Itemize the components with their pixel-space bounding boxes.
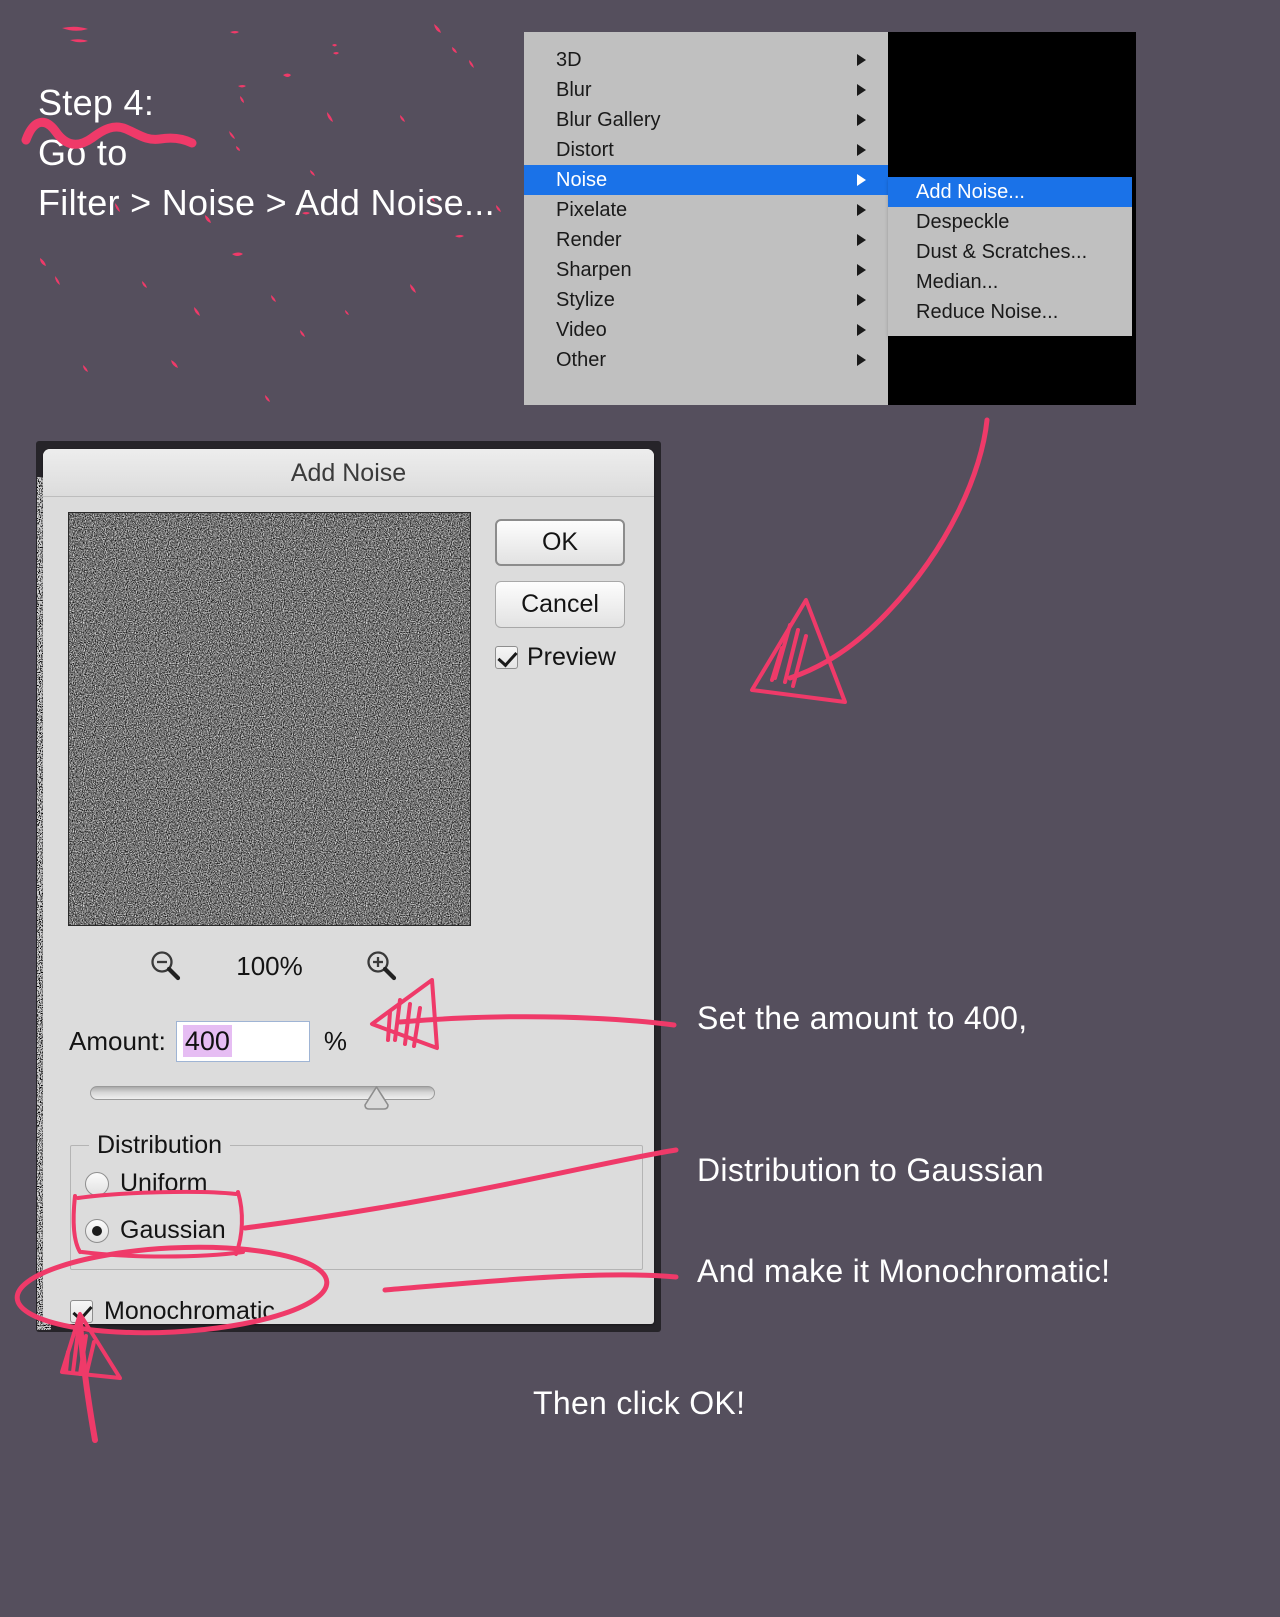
preview-checkbox-row[interactable]: Preview: [495, 643, 635, 672]
monochromatic-checkbox[interactable]: [70, 1300, 93, 1323]
distribution-group: Distribution Uniform Gaussian: [70, 1131, 643, 1270]
menu-item-3d[interactable]: 3D: [524, 45, 888, 75]
monochromatic-row[interactable]: Monochromatic: [70, 1297, 275, 1324]
menu-item-label: Render: [556, 229, 622, 251]
submenu-arrow-icon: [857, 264, 866, 276]
filter-menu[interactable]: 3D Blur Blur Gallery Distort Noise Pixel…: [524, 32, 888, 405]
menu-item-label: Stylize: [556, 289, 615, 311]
uniform-radio[interactable]: [85, 1171, 109, 1196]
menu-item-label: Sharpen: [556, 259, 632, 281]
menu-item-label: Blur Gallery: [556, 109, 661, 131]
submenu-item-median[interactable]: Median...: [888, 267, 1132, 297]
menu-item-distort[interactable]: Distort: [524, 135, 888, 165]
noise-preview-thumbnail[interactable]: [68, 512, 471, 926]
instruction-line-1: Step 4:: [38, 82, 155, 123]
amount-label: Amount:: [69, 1026, 166, 1056]
annotation-then-click-ok: Then click OK!: [533, 1385, 746, 1421]
submenu-arrow-icon: [857, 54, 866, 66]
radio-row-gaussian[interactable]: Gaussian: [85, 1216, 226, 1245]
gaussian-label: Gaussian: [120, 1216, 226, 1244]
add-noise-dialog-wrapper: Add Noise OK Cancel Preview 100% Amount:…: [36, 441, 661, 1332]
menu-item-video[interactable]: Video: [524, 315, 888, 345]
add-noise-dialog: Add Noise OK Cancel Preview 100% Amount:…: [43, 449, 654, 1324]
dialog-body: OK Cancel Preview 100% Amount: 400 % Dis…: [43, 497, 654, 1324]
menu-item-label: Noise: [556, 169, 608, 191]
submenu-item-reduce-noise[interactable]: Reduce Noise...: [888, 297, 1132, 327]
menu-item-label: Other: [556, 349, 607, 371]
menu-item-render[interactable]: Render: [524, 225, 888, 255]
menu-item-sharpen[interactable]: Sharpen: [524, 255, 888, 285]
menu-item-blur-gallery[interactable]: Blur Gallery: [524, 105, 888, 135]
instruction-text-block: Step 4: Go to Filter > Noise > Add Noise…: [38, 78, 495, 228]
amount-unit-label: %: [323, 1026, 347, 1056]
annotation-set-amount: Set the amount to 400,: [697, 1000, 1028, 1036]
submenu-arrow-icon: [857, 354, 866, 366]
submenu-arrow-icon: [857, 144, 866, 156]
submenu-arrow-icon: [857, 204, 866, 216]
dialog-button-column: OK Cancel Preview: [495, 519, 635, 672]
distribution-legend: Distribution: [89, 1131, 231, 1160]
menu-item-noise[interactable]: Noise: [524, 165, 888, 195]
zoom-level-label: 100%: [236, 951, 303, 981]
menu-item-label: Blur: [556, 79, 592, 101]
submenu-arrow-icon: [857, 84, 866, 96]
preview-zoom-controls: 100%: [68, 945, 471, 987]
preview-checkbox[interactable]: [495, 646, 518, 669]
amount-value: 400: [182, 1025, 232, 1057]
menu-item-label: Pixelate: [556, 199, 628, 221]
instruction-line-3: Filter > Noise > Add Noise...: [38, 182, 495, 223]
ok-button[interactable]: OK: [495, 519, 625, 566]
preview-label: Preview: [527, 643, 616, 671]
menu-item-stylize[interactable]: Stylize: [524, 285, 888, 315]
menu-item-label: Video: [556, 319, 607, 341]
menu-item-label: 3D: [556, 49, 582, 71]
submenu-item-despeckle[interactable]: Despeckle: [888, 207, 1132, 237]
dialog-title: Add Noise: [43, 449, 654, 497]
menu-item-label: Distort: [556, 139, 614, 161]
amount-row: Amount: 400 %: [69, 1021, 347, 1062]
menu-item-other[interactable]: Other: [524, 345, 888, 375]
menu-item-blur[interactable]: Blur: [524, 75, 888, 105]
submenu-arrow-icon: [857, 294, 866, 306]
cancel-button[interactable]: Cancel: [495, 581, 625, 628]
annotation-distribution: Distribution to Gaussian: [697, 1152, 1044, 1188]
magnifier-plus-icon[interactable]: [364, 949, 398, 983]
instruction-line-2: Go to: [38, 132, 128, 173]
submenu-arrow-icon: [857, 174, 866, 186]
submenu-item-add-noise[interactable]: Add Noise...: [888, 177, 1132, 207]
radio-row-uniform[interactable]: Uniform: [85, 1169, 208, 1198]
submenu-arrow-icon: [857, 324, 866, 336]
submenu-arrow-icon: [857, 234, 866, 246]
filter-menu-container: 3D Blur Blur Gallery Distort Noise Pixel…: [524, 32, 1136, 405]
gaussian-radio[interactable]: [85, 1218, 109, 1243]
annotation-monochromatic: And make it Monochromatic!: [697, 1253, 1111, 1289]
monochromatic-label: Monochromatic: [104, 1297, 275, 1324]
menu-item-pixelate[interactable]: Pixelate: [524, 195, 888, 225]
uniform-label: Uniform: [120, 1169, 208, 1197]
amount-slider-thumb[interactable]: [363, 1085, 390, 1110]
amount-input[interactable]: 400: [175, 1021, 310, 1062]
submenu-item-dust-and-scratches[interactable]: Dust & Scratches...: [888, 237, 1132, 267]
submenu-arrow-icon: [857, 114, 866, 126]
noise-submenu[interactable]: Add Noise... Despeckle Dust & Scratches.…: [888, 177, 1132, 336]
